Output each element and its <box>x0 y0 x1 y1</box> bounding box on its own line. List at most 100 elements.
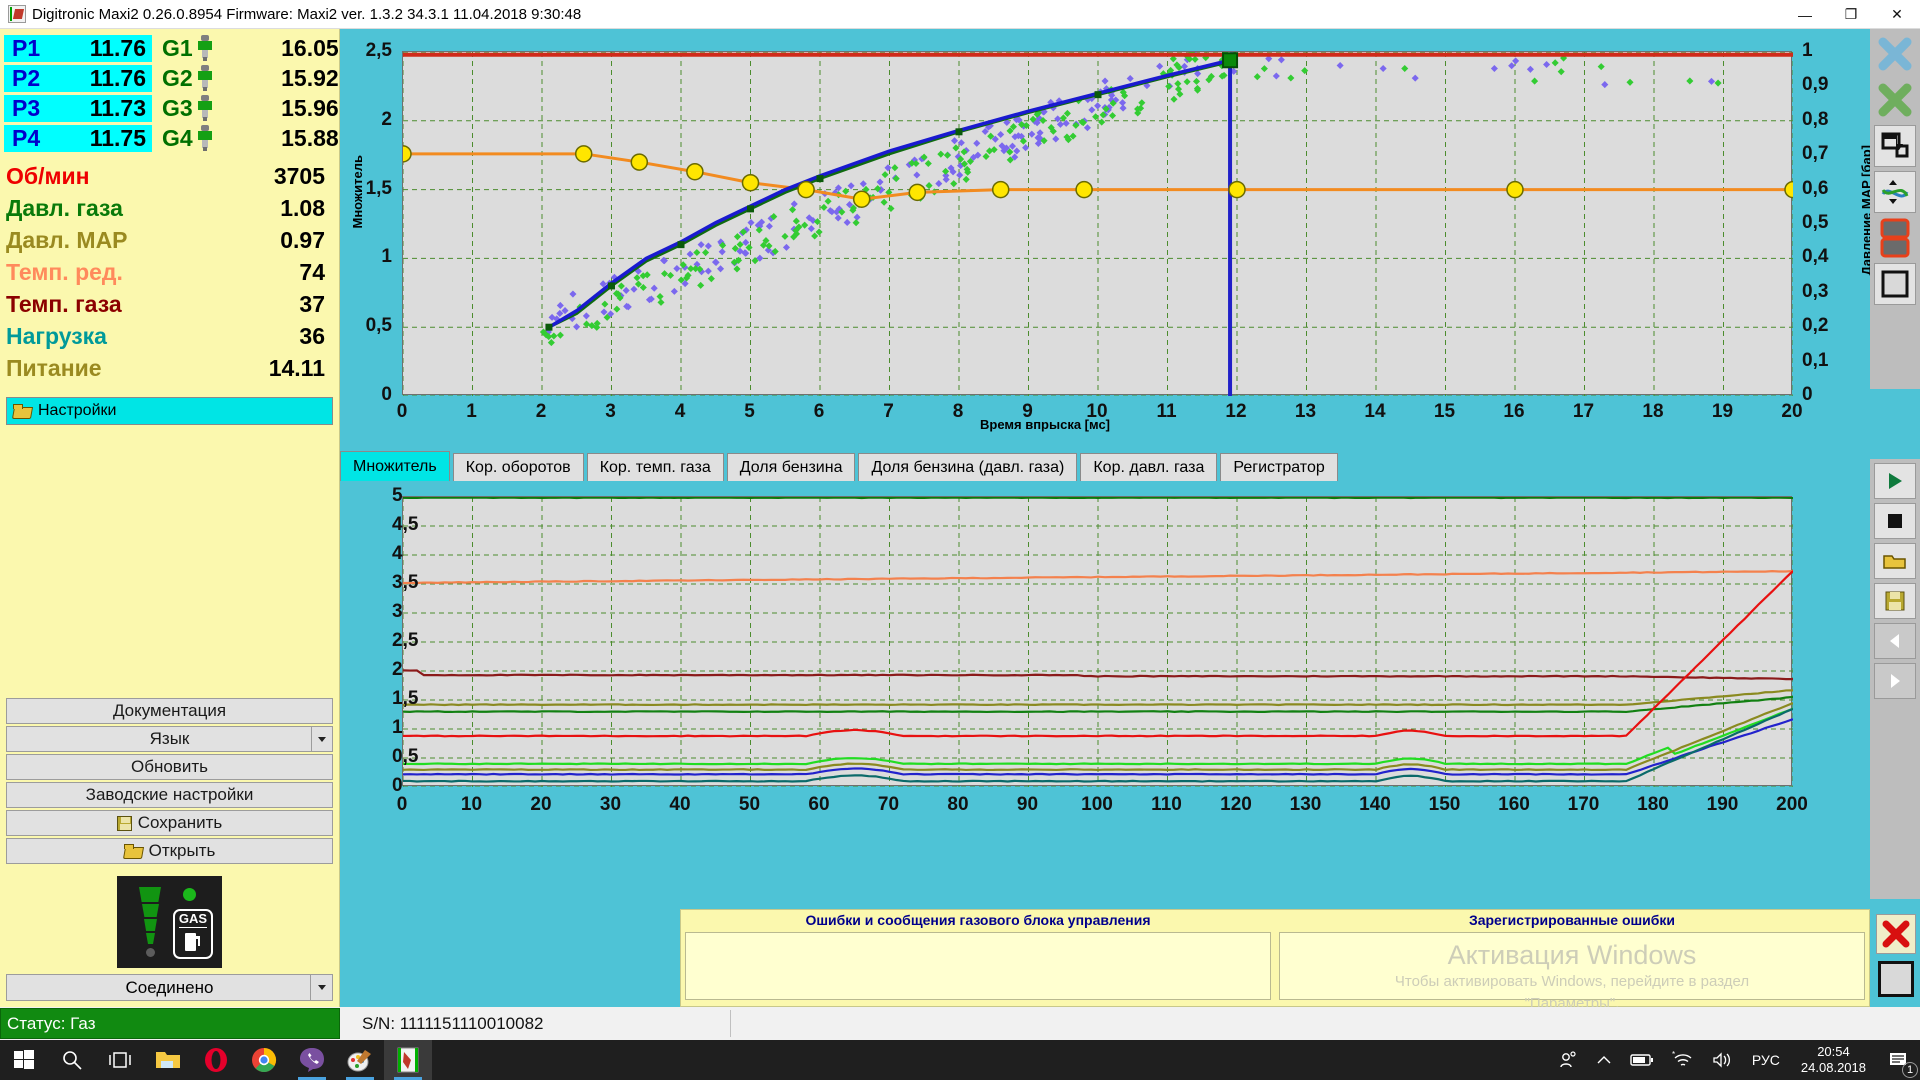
chart2-xtick: 0 <box>397 794 408 816</box>
connection-status-select[interactable]: Соединено <box>6 974 333 1001</box>
language-indicator[interactable]: РУС <box>1743 1040 1789 1080</box>
open-button[interactable]: Открыть <box>6 838 333 864</box>
chart2-xtick: 200 <box>1776 794 1808 816</box>
clear-errors-button[interactable] <box>1876 914 1916 954</box>
multiplier-chart[interactable]: Множитель Давление MAP [бар] Время впрыс… <box>340 35 1880 445</box>
chrome-icon[interactable] <box>240 1040 288 1080</box>
save-icon[interactable] <box>1874 583 1916 619</box>
chart2-xtick: 160 <box>1498 794 1530 816</box>
chart1-ytick: 0,5 <box>366 315 392 337</box>
opera-icon[interactable] <box>192 1040 240 1080</box>
tab-label: Кор. оборотов <box>466 459 571 477</box>
prev-icon[interactable] <box>1874 623 1916 659</box>
close-button[interactable]: ✕ <box>1874 0 1920 29</box>
controller-errors-body[interactable] <box>685 932 1271 1000</box>
task-view-icon[interactable] <box>96 1040 144 1080</box>
chart1-ytick: 2,5 <box>366 40 392 62</box>
chart2-toolbar[interactable] <box>1870 459 1920 899</box>
metric-row-load: Нагрузка 36 <box>0 323 339 355</box>
tab-label: Доля бензина (давл. газа) <box>871 459 1064 477</box>
chart2-xtick: 60 <box>808 794 829 816</box>
maximize-button[interactable]: ❐ <box>1828 0 1874 29</box>
chart-tabs[interactable]: МножительКор. оборотовКор. темп. газаДол… <box>340 451 1341 481</box>
people-icon[interactable] <box>1549 1040 1587 1080</box>
blank-icon[interactable] <box>1874 263 1916 305</box>
minimize-button[interactable]: — <box>1782 0 1828 29</box>
viber-icon[interactable] <box>288 1040 336 1080</box>
workspace: P1 11.76 G1 16.05 P2 11.76 G2 <box>0 29 1920 1007</box>
chevron-down-icon[interactable] <box>310 975 332 1000</box>
sidebar-buttons: Документация Язык Обновить Заводские нас… <box>0 698 339 866</box>
injector-cell: G3 15.96 <box>162 95 339 122</box>
pressure-row: P4 11.75 G4 15.88 <box>0 123 339 153</box>
next-icon[interactable] <box>1874 663 1916 699</box>
tab-2[interactable]: Кор. темп. газа <box>587 453 724 481</box>
save-button[interactable]: Сохранить <box>6 810 333 836</box>
stop-icon[interactable] <box>1874 503 1916 539</box>
settings-button[interactable]: Настройки <box>6 397 333 425</box>
documentation-button[interactable]: Документация <box>6 698 333 724</box>
pressure-cell: P2 11.76 <box>4 65 152 92</box>
language-select[interactable]: Язык <box>6 726 333 752</box>
chart1-plot-area[interactable] <box>402 51 1792 395</box>
volume-icon[interactable] <box>1703 1040 1743 1080</box>
digitronic-icon[interactable] <box>384 1040 432 1080</box>
chart2-xtick: 100 <box>1081 794 1113 816</box>
tab-5[interactable]: Кор. давл. газа <box>1080 453 1217 481</box>
metric-label: Темп. газа <box>6 291 299 318</box>
chart1-y2tick: 0,3 <box>1802 281 1828 303</box>
wifi-icon[interactable]: * <box>1663 1040 1703 1080</box>
clear-all-icon[interactable] <box>1874 33 1916 75</box>
chart1-y2tick: 0,2 <box>1802 315 1828 337</box>
clock[interactable]: 20:54 24.08.2018 <box>1789 1044 1878 1076</box>
window-controls: — ❐ ✕ <box>1782 0 1920 29</box>
chevron-up-icon[interactable] <box>1587 1040 1621 1080</box>
chart1-y2tick: 0,4 <box>1802 246 1828 268</box>
factory-settings-button[interactable]: Заводские настройки <box>6 782 333 808</box>
start-icon[interactable] <box>0 1040 48 1080</box>
chart2-plot-area[interactable] <box>402 496 1792 786</box>
chart1-xtick: 6 <box>814 401 825 423</box>
fit-icon[interactable] <box>1874 125 1916 167</box>
placeholder-box[interactable] <box>1878 961 1914 997</box>
tab-3[interactable]: Доля бензина <box>727 453 856 481</box>
metric-label: Об/мин <box>6 163 274 190</box>
tab-1[interactable]: Кор. оборотов <box>453 453 584 481</box>
gas-indicator-panel: GAS <box>0 866 339 974</box>
status-badge: Статус: Газ <box>0 1008 340 1039</box>
windows-taskbar: * РУС 20:54 24.08.2018 1 <box>0 1040 1920 1080</box>
registered-errors-body[interactable]: Активация Windows Чтобы активировать Win… <box>1279 932 1865 1000</box>
open-icon[interactable] <box>1874 543 1916 579</box>
tab-0[interactable]: Множитель <box>340 451 450 481</box>
fuel-pump-icon <box>185 931 201 951</box>
chart1-ytick: 0 <box>381 384 392 406</box>
search-icon[interactable] <box>48 1040 96 1080</box>
paint-icon[interactable] <box>336 1040 384 1080</box>
battery-icon[interactable] <box>1621 1040 1663 1080</box>
metric-row-map-pressure: Давл. MAP 0.97 <box>0 227 339 259</box>
connection-label: Соединено <box>126 978 214 998</box>
tab-4[interactable]: Доля бензина (давл. газа) <box>858 453 1077 481</box>
update-button[interactable]: Обновить <box>6 754 333 780</box>
chart1-y2tick: 0,1 <box>1802 350 1828 372</box>
chevron-down-icon[interactable] <box>311 726 333 752</box>
injector-label: G3 <box>162 95 193 122</box>
segment-icon[interactable] <box>1874 217 1916 259</box>
notification-center-icon[interactable]: 1 <box>1878 1040 1920 1080</box>
clock-time: 20:54 <box>1801 1044 1866 1060</box>
metric-label: Питание <box>6 355 269 382</box>
chart1-xtick: 15 <box>1434 401 1455 423</box>
file-explorer-icon[interactable] <box>144 1040 192 1080</box>
injector-value: 15.96 <box>219 95 339 122</box>
chart1-xtick: 13 <box>1295 401 1316 423</box>
button-label: Заводские настройки <box>86 785 254 805</box>
tab-6[interactable]: Регистратор <box>1220 453 1337 481</box>
pressure-cell: P3 11.73 <box>4 95 152 122</box>
chart1-ytick: 1,5 <box>366 178 392 200</box>
chart1-xtick: 4 <box>675 401 686 423</box>
smooth-icon[interactable] <box>1874 171 1916 213</box>
play-icon[interactable] <box>1874 463 1916 499</box>
clear-icon[interactable] <box>1874 79 1916 121</box>
chart1-toolbar[interactable] <box>1870 29 1920 389</box>
recorder-chart[interactable]: 00,511,522,533,544,550102030405060708090… <box>340 486 1880 906</box>
